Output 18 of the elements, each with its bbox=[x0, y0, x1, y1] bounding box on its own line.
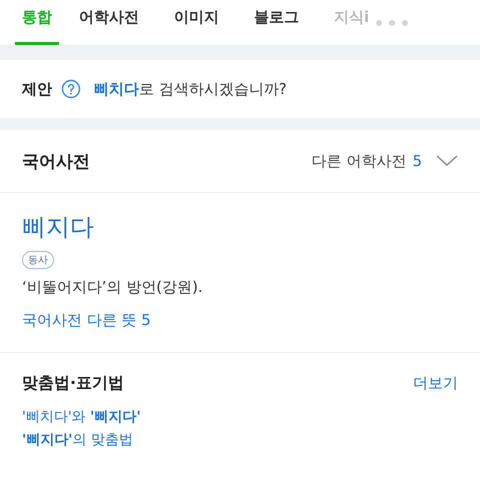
headword-link[interactable]: 삐지다 bbox=[22, 211, 94, 243]
suggestion-label: 제안 bbox=[22, 80, 52, 98]
part-of-speech-tag: 동사 bbox=[22, 251, 54, 269]
spelling-link[interactable]: '삐치다'와 '삐지다' bbox=[22, 406, 141, 428]
nav-tab[interactable]: 이미지 bbox=[167, 0, 234, 45]
nav-tab[interactable]: 어학사전 bbox=[72, 0, 154, 45]
more-meanings-link[interactable]: 국어사전 다른 뜻 5 bbox=[22, 311, 151, 330]
section-title: 맞춤법·표기법 bbox=[22, 373, 124, 394]
definition-text: ‘비뚤어지다’의 방언(강원). bbox=[22, 278, 203, 297]
help-icon[interactable] bbox=[61, 79, 81, 99]
chevron-down-icon bbox=[436, 155, 458, 167]
suggestion-link[interactable]: 삐치다 bbox=[94, 80, 139, 98]
spelling-link[interactable]: '삐지다'의 맞춤법 bbox=[22, 429, 134, 451]
other-dictionaries-dropdown[interactable]: 다른 어학사전 5 bbox=[312, 152, 458, 170]
section-title: 국어사전 bbox=[22, 150, 90, 172]
nav-tab[interactable]: 블로그 bbox=[247, 0, 314, 45]
suggestion-text: 삐치다로 검색하시겠습니까? bbox=[94, 80, 287, 98]
more-link[interactable]: 더보기 bbox=[413, 374, 458, 393]
